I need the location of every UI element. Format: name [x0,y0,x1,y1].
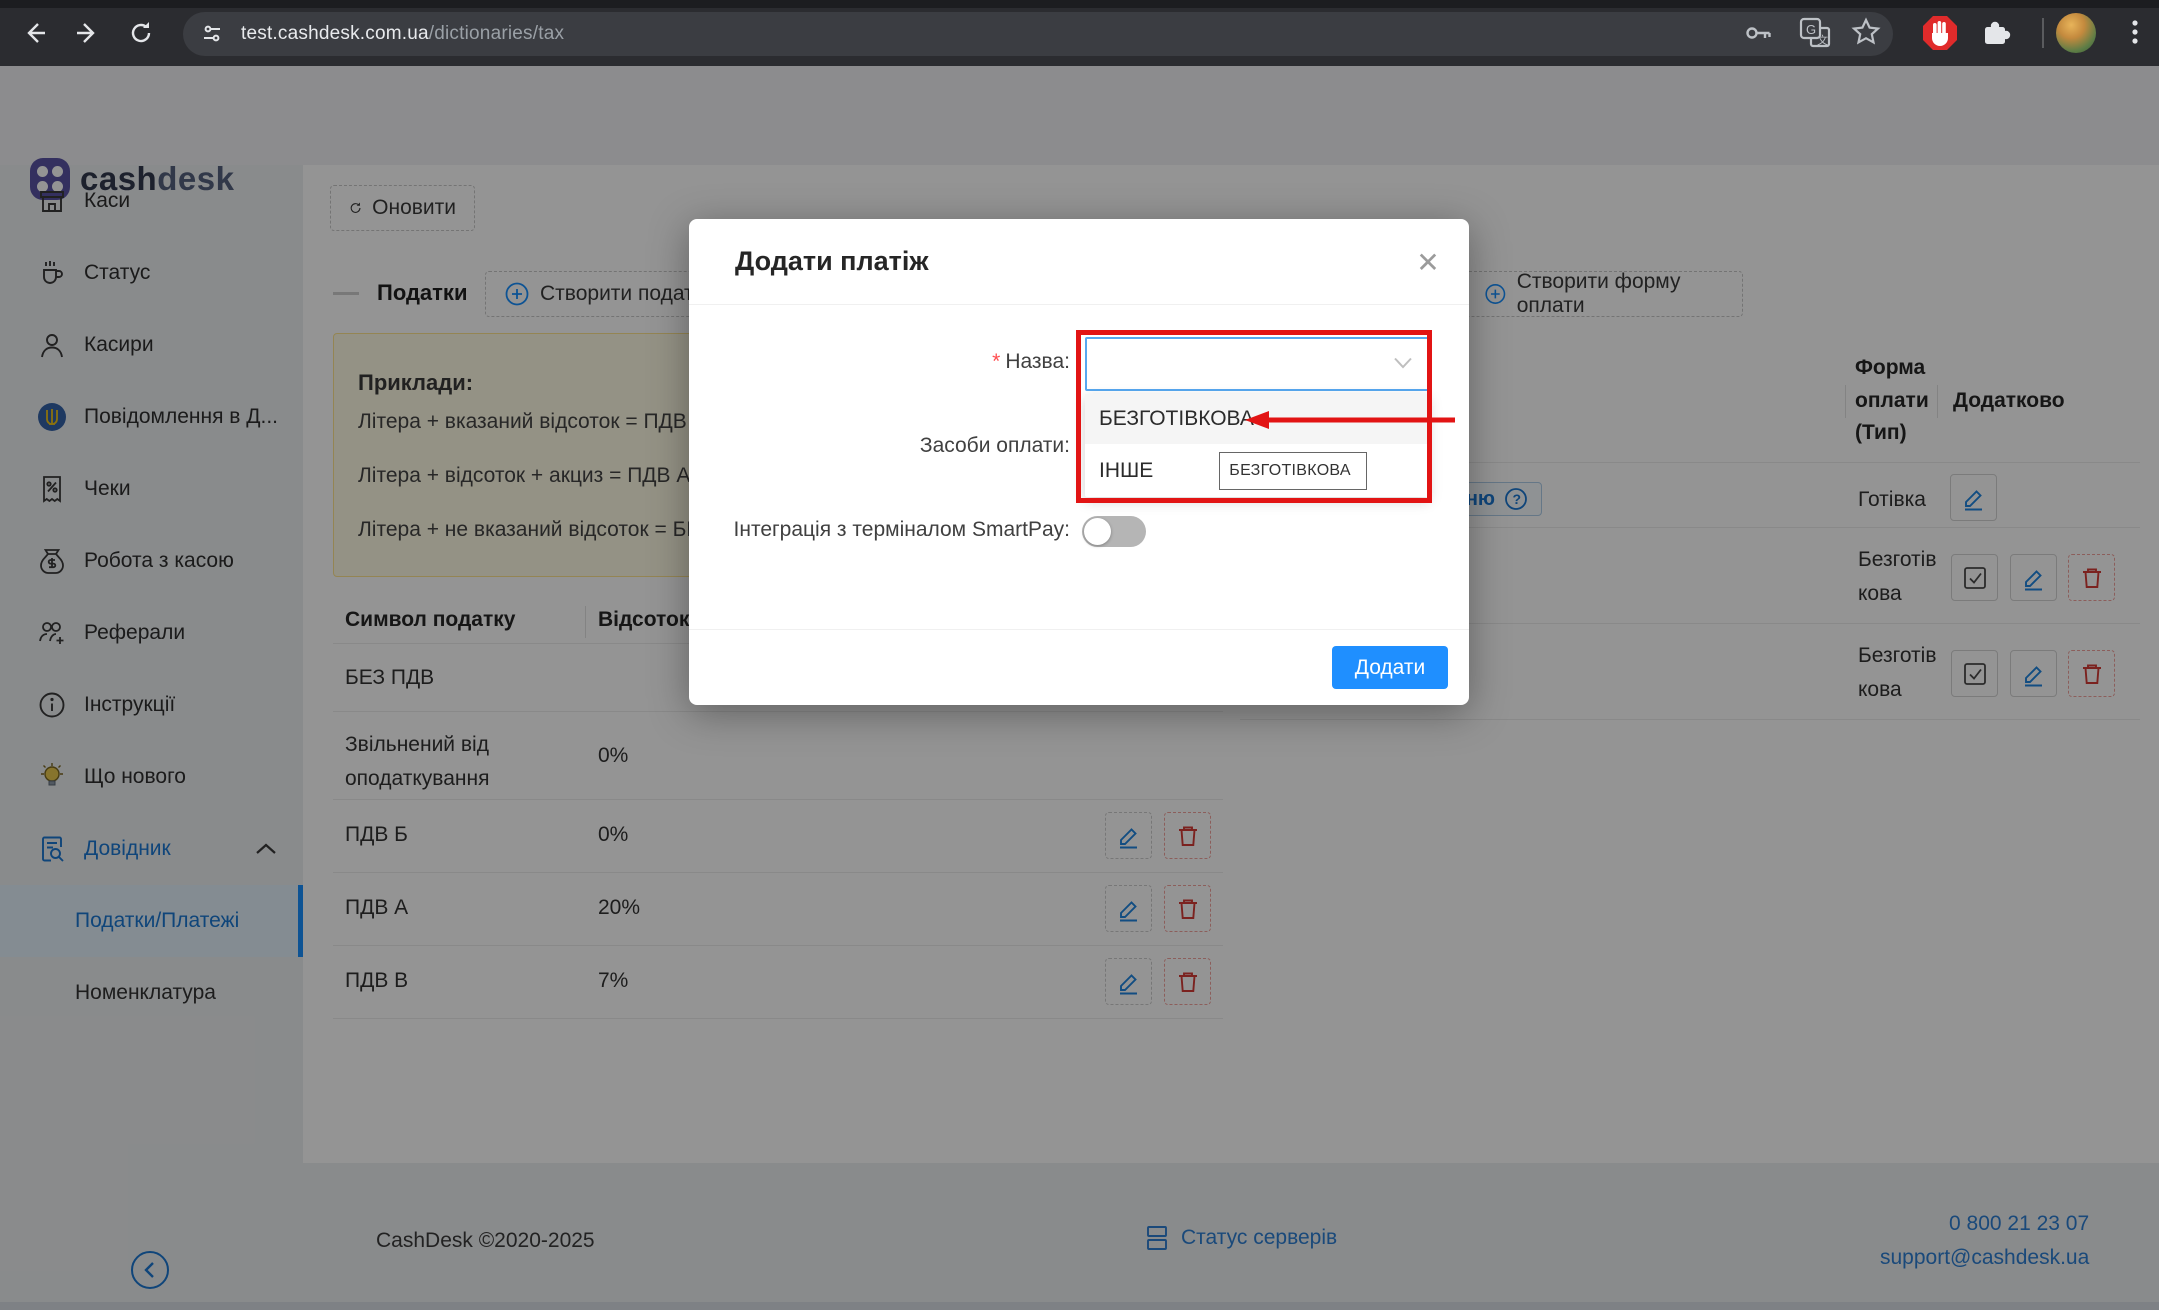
add-payment-modal: Додати платіж ✕ *Назва: БЕЗГОТІВКОВА ІНШ… [689,219,1469,705]
modal-footer-divider [689,629,1469,630]
url-bar[interactable]: test.cashdesk.com.ua/dictionaries/tax [183,12,1893,56]
password-key-icon[interactable] [1742,16,1776,50]
submit-add-button[interactable]: Додати [1332,646,1448,689]
refresh-button[interactable] [122,14,160,52]
back-button[interactable] [16,14,54,52]
translate-icon[interactable]: G文 [1798,16,1832,50]
extensions-puzzle-icon[interactable] [1978,15,2014,51]
payment-means-label: Засоби оплати: [920,434,1070,458]
site-info-icon[interactable] [197,19,227,49]
toggle-knob [1084,518,1111,545]
bookmark-star-icon[interactable] [1850,16,1882,48]
url-text: test.cashdesk.com.ua/dictionaries/tax [241,23,564,45]
window-frame [0,0,2159,8]
svg-text:G: G [1806,22,1816,37]
browser-toolbar: test.cashdesk.com.ua/dictionaries/tax G文 [0,0,2159,66]
modal-title: Додати платіж [735,246,929,277]
annotation-red-arrow [1245,409,1455,431]
screen: test.cashdesk.com.ua/dictionaries/tax G文… [0,0,2159,1310]
close-icon[interactable]: ✕ [1411,245,1445,279]
svg-text:文: 文 [1817,33,1828,47]
toolbar-separator [2042,18,2044,48]
adblock-extension-icon[interactable] [1920,13,1960,53]
forward-button[interactable] [68,14,106,52]
modal-header-divider [689,304,1469,305]
smartpay-label: Інтеграція з терміналом SmartPay: [734,518,1070,542]
browser-menu-icon[interactable] [2118,15,2152,49]
profile-avatar[interactable] [2056,13,2096,53]
name-field-label: *Назва: [992,350,1070,374]
smartpay-toggle[interactable] [1082,516,1146,547]
